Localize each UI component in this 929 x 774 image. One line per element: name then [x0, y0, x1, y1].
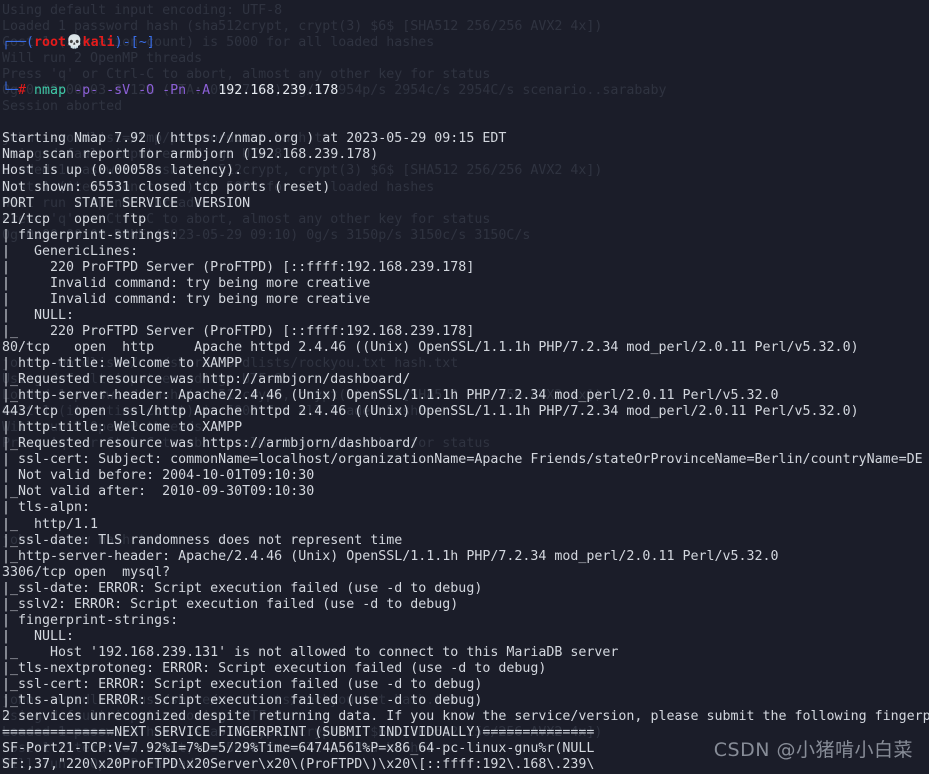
output-line: |_http-server-header: Apache/2.4.46 (Uni…	[2, 388, 779, 404]
output-line: Host is up (0.00058s latency).	[2, 163, 243, 179]
prompt-line-2: └─# nmap -p- -sV -O -Pn -A 192.168.239.1…	[2, 83, 929, 99]
output-line: Nmap scan report for armbjorn (192.168.2…	[2, 147, 379, 163]
output-line: 80/tcp open http Apache httpd 2.4.46 ((U…	[2, 339, 859, 355]
terminal-window[interactable]: Using default input encoding: UTF-8 Loade…	[0, 0, 929, 774]
command-name: nmap	[34, 83, 67, 99]
prompt-branch: └─	[2, 83, 19, 99]
output-line: |_http-server-header: Apache/2.4.46 (Uni…	[2, 548, 779, 564]
output-line: | http-title: Welcome to XAMPP	[2, 356, 243, 372]
output-line: |_ssl-cert: ERROR: Script execution fail…	[2, 676, 483, 692]
output-line: |_Requested resource was https://armbjor…	[2, 436, 419, 452]
output-line: |_sslv2: ERROR: Script execution failed …	[2, 596, 459, 612]
output-line: |_ Host '192.168.239.131' is not allowed…	[2, 644, 619, 660]
output-line: | tls-alpn:	[2, 500, 91, 516]
prompt-line-1: ┌──(root💀kali)-[~]	[2, 35, 929, 51]
output-line: | 220 ProFTPD Server (ProFTPD) [::ffff:1…	[2, 259, 475, 275]
prompt-frame-open: ┌──(	[2, 35, 35, 51]
output-line: | GenericLines:	[2, 243, 139, 259]
output-line: 21/tcp open ftp	[2, 211, 147, 227]
output-line: |_tls-alpn: ERROR: Script execution fail…	[2, 693, 483, 709]
output-line: | Invalid command: try being more creati…	[2, 291, 371, 307]
output-line: 3306/tcp open mysql?	[2, 564, 171, 580]
prompt-frame-close: ]	[146, 35, 155, 51]
command-flags: -p- -sV -O -Pn -A	[74, 83, 211, 99]
prompt-hash-symbol: #	[18, 83, 27, 99]
output-line: 2 services unrecognized despite returnin…	[2, 709, 929, 725]
command-target: 192.168.239.178	[218, 83, 339, 99]
terminal-output: ┌──(root💀kali)-[~] └─# nmap -p- -sV -O -…	[0, 0, 929, 774]
output-line: |_ssl-date: ERROR: Script execution fail…	[2, 580, 483, 596]
skull-icon: 💀	[66, 35, 83, 51]
prompt-host: kali	[82, 35, 115, 51]
output-line: | Not valid before: 2004-10-01T09:10:30	[2, 468, 315, 484]
output-line: | http-title: Welcome to XAMPP	[2, 420, 243, 436]
prompt-sep: )-[	[114, 35, 139, 51]
output-line: |_tls-nextprotoneg: ERROR: Script execut…	[2, 660, 547, 676]
output-line: |_Not valid after: 2010-09-30T09:10:30	[2, 484, 315, 500]
output-line: PORT STATE SERVICE VERSION	[2, 195, 251, 211]
output-line: | ssl-cert: Subject: commonName=localhos…	[2, 452, 923, 468]
prompt-user: root	[34, 35, 67, 51]
output-line: |_Requested resource was http://armbjorn…	[2, 372, 411, 388]
output-line: Not shown: 65531 closed tcp ports (reset…	[2, 179, 331, 195]
output-line: Starting Nmap 7.92 ( https://nmap.org ) …	[2, 131, 507, 147]
output-line: |_ 220 ProFTPD Server (ProFTPD) [::ffff:…	[2, 323, 475, 339]
csdn-watermark: CSDN @小猪啃小白菜	[713, 739, 913, 761]
output-line: | fingerprint-strings:	[2, 227, 179, 243]
output-line: | NULL:	[2, 307, 75, 323]
output-line: |_ssl-date: TLS randomness does not repr…	[2, 532, 403, 548]
output-line: 443/tcp open ssl/http Apache httpd 2.4.4…	[2, 404, 859, 420]
output-line: |_ http/1.1	[2, 516, 99, 532]
output-line: | fingerprint-strings:	[2, 612, 179, 628]
output-line: | NULL:	[2, 628, 75, 644]
prompt-cwd: ~	[138, 35, 147, 51]
output-line: | Invalid command: try being more creati…	[2, 275, 371, 291]
